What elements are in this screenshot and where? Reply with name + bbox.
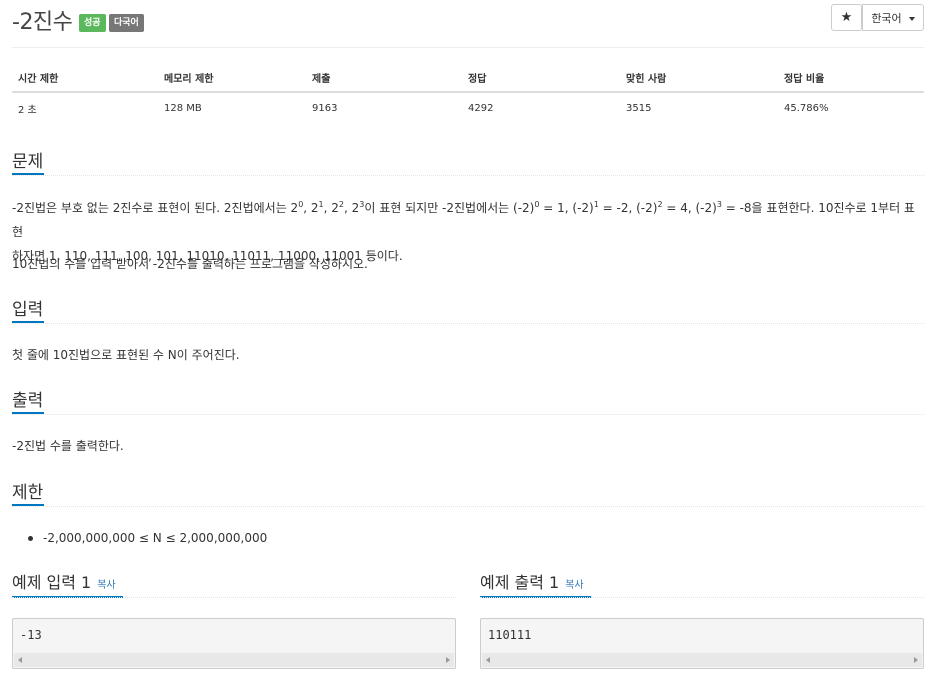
star-icon: ★ (840, 10, 853, 25)
sample-input-heading: 예제 입력 1 복사 (12, 573, 116, 592)
star-button[interactable]: ★ (831, 4, 862, 31)
copy-input-link[interactable]: 복사 (97, 580, 115, 591)
section-divider (12, 414, 924, 415)
scroll-right-icon[interactable] (914, 657, 918, 663)
horizontal-scrollbar[interactable] (482, 653, 922, 667)
section-divider (480, 597, 924, 598)
table-cell: 2 초 (18, 104, 37, 116)
section-divider (12, 506, 924, 507)
table-cell: 45.786% (784, 102, 829, 114)
section-divider (12, 597, 456, 598)
sample-output-code: 110111 (488, 628, 532, 642)
header-divider (12, 47, 924, 48)
horizontal-scrollbar[interactable] (14, 653, 454, 667)
table-header-row: 시간 제한 메모리 제한 제출 정답 맞힌 사람 정답 비율 (12, 63, 924, 93)
limit-item: -2,000,000,000 ≤ N ≤ 2,000,000,000 (43, 531, 268, 545)
table-header: 제출 (306, 63, 462, 93)
problem-info-table: 시간 제한 메모리 제한 제출 정답 맞힌 사람 정답 비율 2 초 128 M… (12, 63, 924, 123)
sample-output-heading: 예제 출력 1 복사 (480, 573, 584, 592)
problem-description-line: 10진법의 수를 입력 받아서 -2진수를 출력하는 프로그램을 작성하시오. (12, 257, 368, 271)
section-problem-heading: 문제 (12, 147, 44, 175)
page-title: -2진수 (12, 10, 73, 35)
section-input-heading: 입력 (12, 295, 44, 323)
section-output-heading: 출력 (12, 386, 44, 414)
section-divider (12, 175, 924, 176)
table-header: 시간 제한 (12, 63, 158, 93)
section-limit-heading: 제한 (12, 478, 44, 506)
copy-output-link[interactable]: 복사 (565, 580, 583, 591)
table-header: 맞힌 사람 (620, 63, 778, 93)
bullet-icon (28, 536, 33, 541)
scroll-left-icon[interactable] (18, 657, 22, 663)
sample-input-code: -13 (20, 628, 42, 642)
scroll-left-icon[interactable] (486, 657, 490, 663)
table-header: 정답 비율 (778, 63, 924, 93)
input-description: 첫 줄에 10진법으로 표현된 수 N이 주어진다. (12, 348, 240, 362)
table-cell: 128 MB (164, 102, 202, 114)
table-row: 2 초 128 MB 9163 4292 3515 45.786% (12, 92, 924, 123)
output-description: -2진법 수를 출력한다. (12, 439, 124, 453)
sample-input-box[interactable]: -13 (12, 618, 456, 669)
caret-down-icon (908, 16, 915, 21)
multilang-badge: 다국어 (109, 14, 144, 32)
language-dropdown[interactable]: 한국어 (862, 4, 924, 31)
table-cell: 3515 (626, 102, 652, 114)
table-cell: 9163 (312, 102, 338, 114)
success-badge: 성공 (79, 14, 106, 32)
table-cell: 4292 (468, 102, 494, 114)
sample-output-box[interactable]: 110111 (480, 618, 924, 669)
table-header: 정답 (462, 63, 620, 93)
section-divider (12, 323, 924, 324)
scroll-right-icon[interactable] (446, 657, 450, 663)
table-header: 메모리 제한 (158, 63, 306, 93)
